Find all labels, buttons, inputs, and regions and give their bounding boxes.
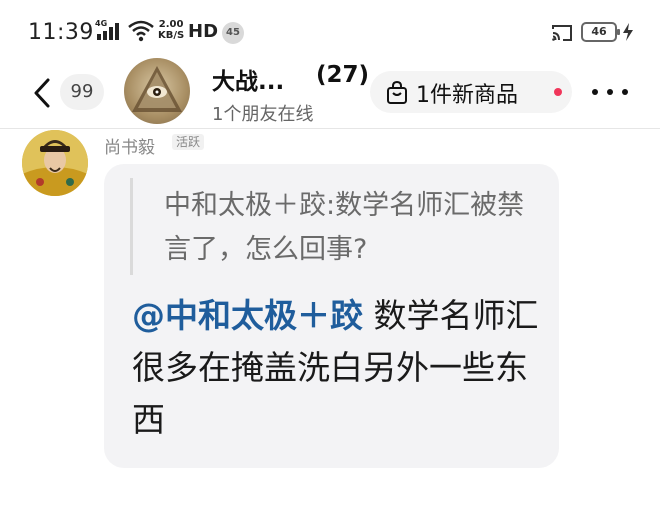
chat-header: 99 大战... (27) 1个朋友在线 1件新商品 xyxy=(0,58,660,128)
new-item-button[interactable]: 1件新商品 xyxy=(370,71,572,113)
online-status: 1个朋友在线 xyxy=(212,104,314,125)
mention-link[interactable]: @中和太极＋跤 xyxy=(132,296,363,335)
group-avatar[interactable] xyxy=(124,58,190,124)
sender-avatar[interactable] xyxy=(22,130,88,196)
quote-bar xyxy=(130,178,133,275)
message-bubble[interactable]: 中和太极＋跤:数学名师汇被禁言了，怎么回事? @中和太极＋跤 数学名师汇很多在掩… xyxy=(104,164,559,468)
signal-icon: 4G xyxy=(95,19,125,44)
charging-icon xyxy=(622,22,634,42)
member-count: (27) xyxy=(316,62,370,88)
battery-indicator: 46 xyxy=(581,22,620,42)
network-type: 4G xyxy=(95,19,108,28)
status-time: 11:39 xyxy=(28,20,94,45)
cast-icon xyxy=(551,24,573,42)
more-dots-icon[interactable] xyxy=(588,78,632,106)
sender-activity-tag: 活跃 xyxy=(172,134,205,150)
reply-message: @中和太极＋跤 数学名师汇很多在掩盖洗白另外一些东西 xyxy=(132,290,542,446)
new-item-dot xyxy=(554,88,562,96)
speed-value: 2.00 xyxy=(158,19,184,30)
new-item-label: 1件新商品 xyxy=(416,83,518,108)
status-bar: 11:39 4G 2.00 KB/S HD 45 46 xyxy=(0,0,660,62)
hd-indicator: HD xyxy=(188,21,219,42)
sender-name[interactable]: 尚书毅 xyxy=(104,133,155,158)
bag-icon xyxy=(387,81,407,104)
quoted-message[interactable]: 中和太极＋跤:数学名师汇被禁言了，怎么回事? xyxy=(164,184,544,272)
timestamp-partial xyxy=(300,500,360,512)
header-divider xyxy=(0,128,660,129)
back-chevron-icon xyxy=(34,78,50,108)
unread-count-badge[interactable]: 99 xyxy=(60,74,104,110)
group-name[interactable]: 大战... xyxy=(212,62,284,96)
notification-badge: 45 xyxy=(222,22,244,44)
speed-unit: KB/S xyxy=(158,30,185,41)
wifi-icon xyxy=(128,20,154,42)
back-button[interactable] xyxy=(30,76,54,110)
network-speed: 2.00 KB/S xyxy=(158,19,184,41)
